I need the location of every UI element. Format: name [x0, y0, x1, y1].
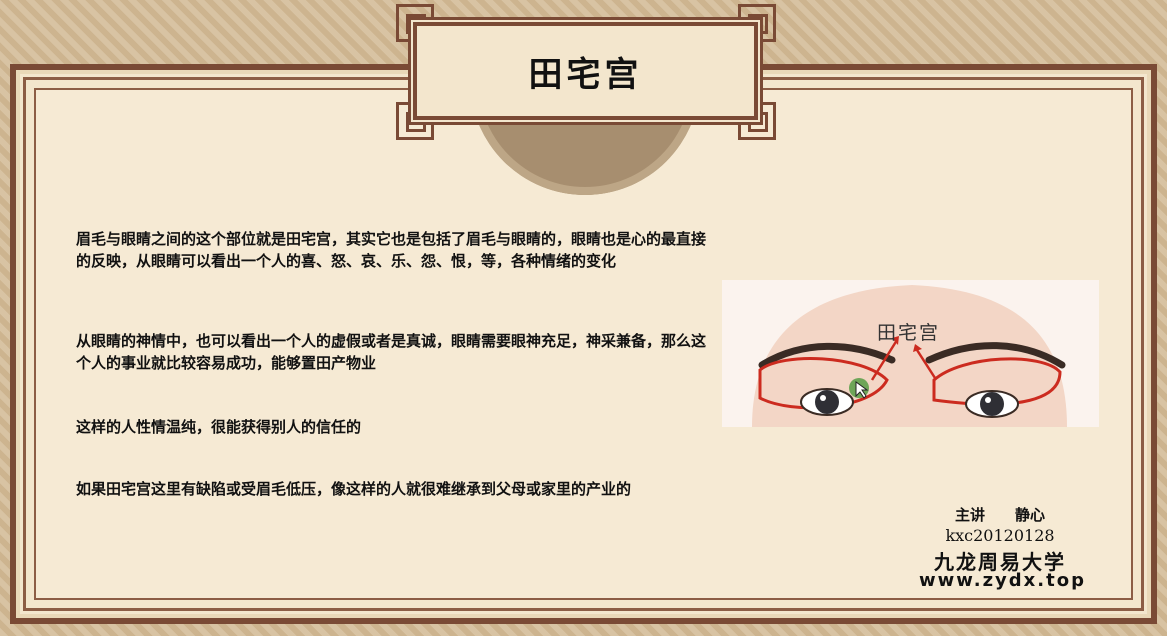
- eyes-illustration: 田宅宫: [722, 280, 1099, 427]
- image-label: 田宅宫: [877, 322, 941, 344]
- slide-title: 田宅宫: [528, 54, 643, 95]
- paragraph-2: 从眼睛的神情中，也可以看出一个人的虚假或者是真诚，眼睛需要眼神充足，神采兼备，那…: [76, 332, 707, 372]
- paragraph-3: 这样的人性情温纯，很能获得别人的信任的: [76, 418, 362, 436]
- eyes-drawing: [722, 280, 1099, 427]
- paragraph-4: 如果田宅宫这里有缺陷或受眉毛低压，像这样的人就很难继承到父母或家里的产业的: [76, 480, 632, 498]
- paragraph-1: 眉毛与眼睛之间的这个部位就是田宅宫，其实它也是包括了眉毛与眼睛的，眼睛也是心的最…: [76, 230, 707, 270]
- credit-id: kxc20120128: [945, 526, 1055, 545]
- speaker-credit: 主讲 静心: [954, 506, 1045, 524]
- website-url: www.zydx.top: [919, 570, 1086, 591]
- title-box: 田宅宫: [411, 20, 760, 122]
